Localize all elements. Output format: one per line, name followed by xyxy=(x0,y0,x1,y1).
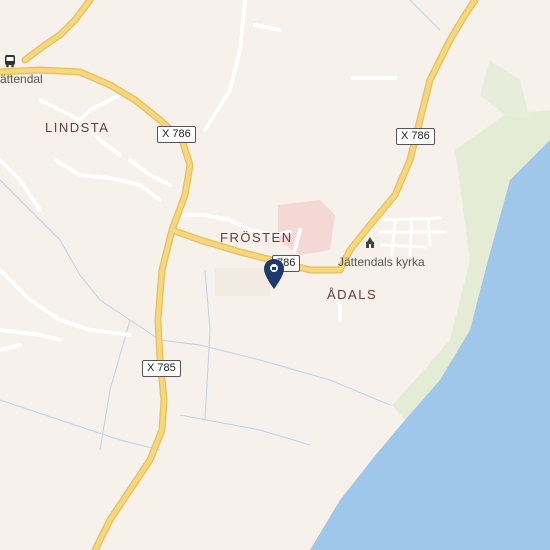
road-shield-x785: X 785 xyxy=(142,360,181,377)
place-label-adals: ÅDALS xyxy=(327,287,378,302)
road-shield-x786: X 786 xyxy=(396,128,435,145)
place-label-lindsta: LINDSTA xyxy=(45,120,110,135)
location-pin-icon[interactable] xyxy=(263,258,285,290)
poi-label-church[interactable]: Jättendals kyrka xyxy=(338,255,425,269)
map-canvas[interactable]: Jättendal LINDSTA FRÖSTEN ÅDALS Jättenda… xyxy=(0,0,550,550)
church-icon[interactable] xyxy=(364,237,376,249)
station-label-jattendal: Jättendal xyxy=(0,72,43,86)
place-label-frosten: FRÖSTEN xyxy=(220,230,293,245)
bus-icon[interactable] xyxy=(3,54,17,68)
road-shield-x786: X 786 xyxy=(157,126,196,143)
